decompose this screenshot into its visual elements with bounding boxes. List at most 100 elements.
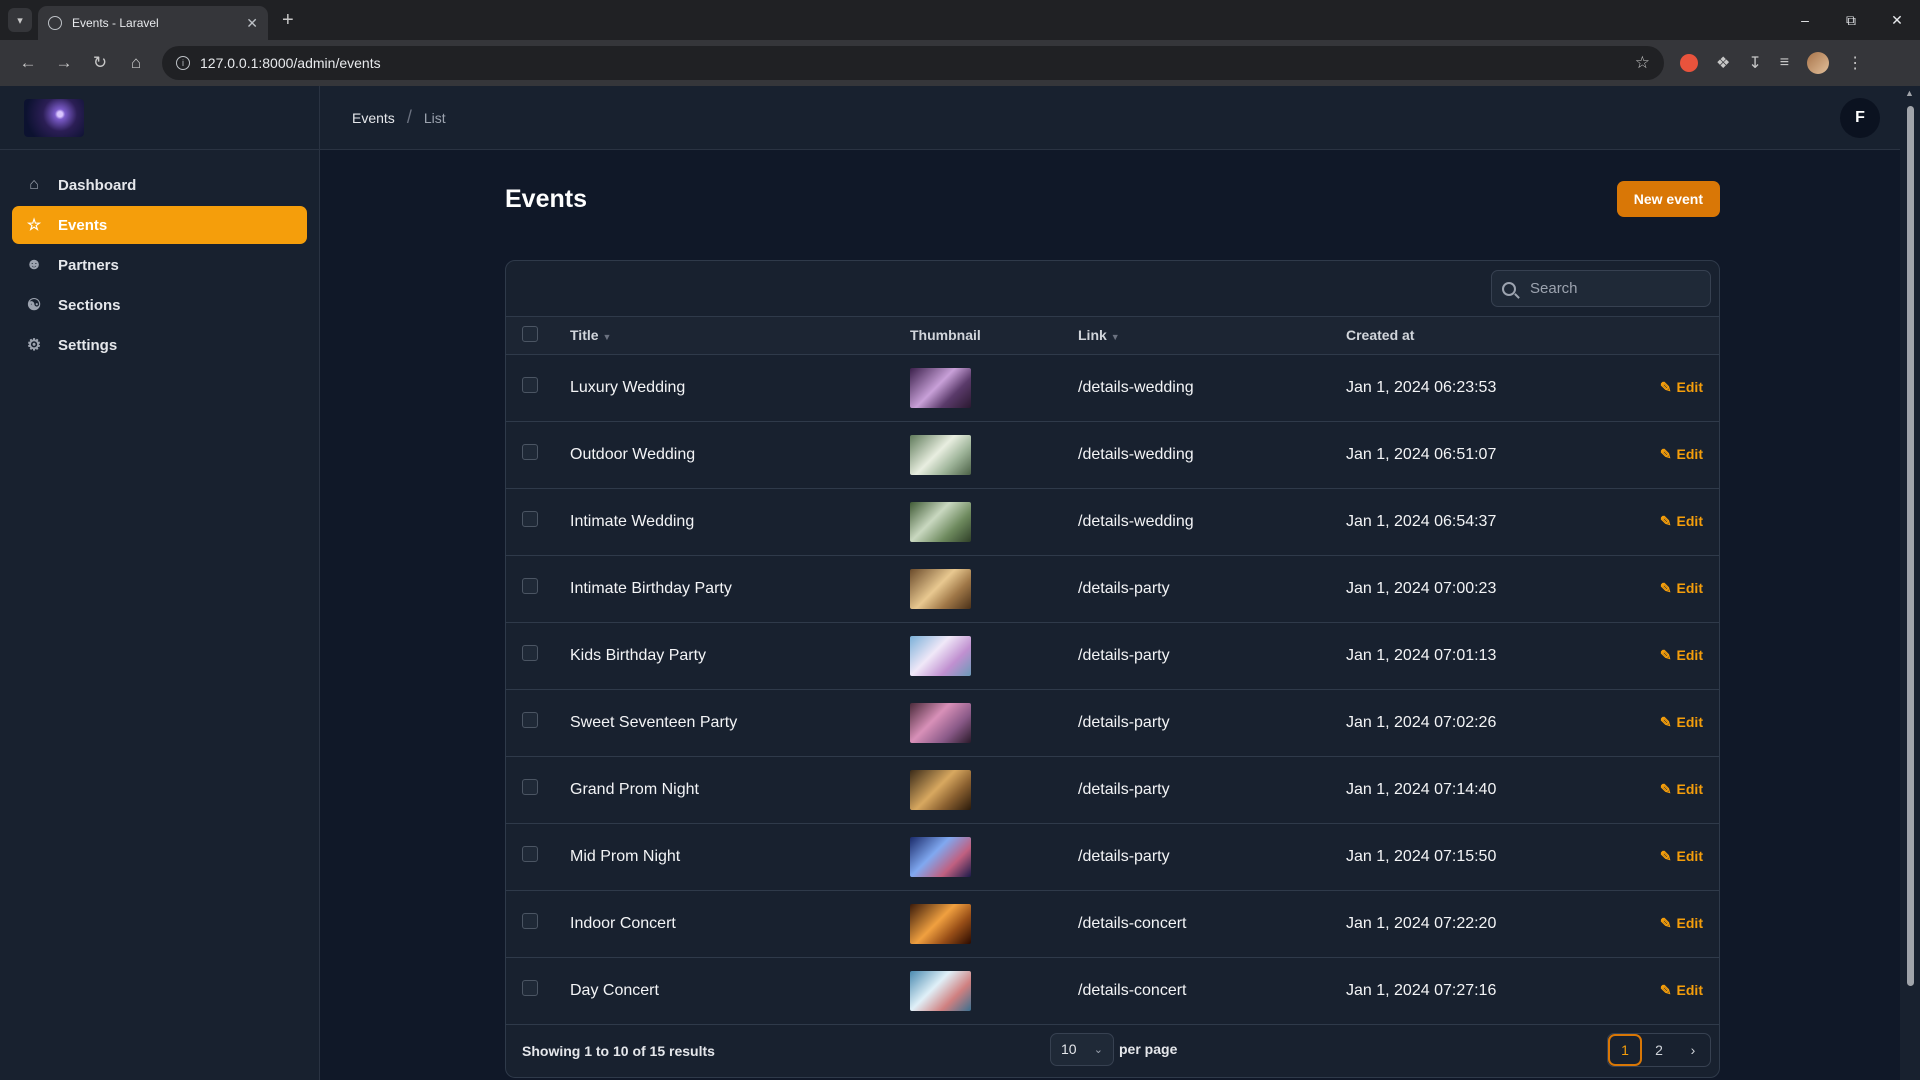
browser-tab[interactable]: Events - Laravel ✕ bbox=[38, 6, 268, 40]
column-header-label: Created at bbox=[1346, 327, 1415, 344]
sidebar-item-label: Settings bbox=[58, 336, 118, 354]
row-checkbox[interactable] bbox=[522, 444, 538, 460]
scroll-up-arrow[interactable]: ▲ bbox=[1905, 88, 1914, 98]
scrollbar-thumb[interactable] bbox=[1907, 106, 1914, 986]
new-event-button[interactable]: New event bbox=[1616, 181, 1720, 217]
breadcrumb-events[interactable]: Events bbox=[352, 110, 395, 126]
edit-link[interactable]: ✎ Edit bbox=[1660, 915, 1703, 931]
edit-link[interactable]: ✎ Edit bbox=[1660, 446, 1703, 462]
edit-link[interactable]: ✎ Edit bbox=[1660, 379, 1703, 395]
column-header-link[interactable]: Link ▼ bbox=[1078, 317, 1346, 355]
restore-button[interactable]: ⧉ bbox=[1828, 12, 1874, 29]
search-icon bbox=[1502, 281, 1516, 296]
event-link: /details-wedding bbox=[1078, 445, 1194, 463]
edit-link[interactable]: ✎ Edit bbox=[1660, 848, 1703, 864]
reload-button[interactable]: ↻ bbox=[82, 53, 118, 73]
column-header-label: Title bbox=[570, 327, 599, 344]
row-checkbox[interactable] bbox=[522, 913, 538, 929]
table-row[interactable]: Grand Prom Night/details-party Jan 1, 202… bbox=[506, 756, 1719, 823]
edit-link[interactable]: ✎ Edit bbox=[1660, 982, 1703, 998]
edit-link[interactable]: ✎ Edit bbox=[1660, 513, 1703, 529]
sidebar-item-settings[interactable]: ⚙ Settings bbox=[12, 326, 307, 364]
sidebar-item-sections[interactable]: ☯ Sections bbox=[12, 286, 307, 324]
tab-close-icon[interactable]: ✕ bbox=[246, 15, 258, 32]
forward-button[interactable]: → bbox=[46, 53, 82, 73]
event-link: /details-concert bbox=[1078, 914, 1187, 932]
edit-link[interactable]: ✎ Edit bbox=[1660, 647, 1703, 663]
sidebar-item-partners[interactable]: ☻ Partners bbox=[12, 246, 307, 284]
event-link: /details-party bbox=[1078, 646, 1170, 664]
table-row[interactable]: Luxury Wedding/details-wedding Jan 1, 202… bbox=[506, 354, 1719, 421]
column-header-actions bbox=[1646, 317, 1719, 355]
site-info-icon[interactable]: i bbox=[176, 56, 190, 70]
row-select-cell bbox=[506, 354, 570, 421]
page-button-2[interactable]: 2 bbox=[1642, 1034, 1676, 1066]
table-row[interactable]: Kids Birthday Party/details-party Jan 1, … bbox=[506, 622, 1719, 689]
column-header-title[interactable]: Title ▼ bbox=[570, 317, 910, 355]
per-page-select[interactable]: 10 ⌄ bbox=[1050, 1032, 1114, 1066]
edit-label: Edit bbox=[1676, 713, 1703, 730]
brand-logo[interactable] bbox=[24, 98, 84, 137]
edit-label: Edit bbox=[1676, 780, 1703, 797]
table-row[interactable]: Mid Prom Night/details-party Jan 1, 2024 … bbox=[506, 823, 1719, 890]
extension-icon[interactable] bbox=[1680, 54, 1698, 72]
bookmark-star-icon[interactable]: ☆ bbox=[1635, 53, 1650, 73]
media-control-icon[interactable]: ≡ bbox=[1780, 54, 1789, 72]
browser-menu-icon[interactable]: ⋮ bbox=[1847, 53, 1863, 73]
sidebar-item-label: Events bbox=[58, 216, 108, 234]
extensions-puzzle-icon[interactable]: ❖ bbox=[1716, 53, 1730, 73]
event-title: Luxury Wedding bbox=[570, 378, 686, 396]
tab-search-button[interactable]: ▾ bbox=[8, 8, 32, 32]
table-row[interactable]: Day Concert/details-concert Jan 1, 2024 0… bbox=[506, 957, 1719, 1024]
download-icon[interactable]: ↧ bbox=[1748, 53, 1761, 73]
row-checkbox[interactable] bbox=[522, 712, 538, 728]
event-thumbnail bbox=[910, 702, 971, 743]
row-select-cell bbox=[506, 689, 570, 756]
event-link: /details-concert bbox=[1078, 981, 1187, 999]
table-row[interactable]: Indoor Concert/details-concert Jan 1, 202… bbox=[506, 890, 1719, 957]
thumbnail-cell bbox=[910, 421, 1078, 488]
per-page-control: 10 ⌄ per page bbox=[1050, 1032, 1178, 1066]
search-field[interactable] bbox=[1491, 270, 1711, 307]
sidebar-item-label: Sections bbox=[58, 296, 121, 314]
address-bar[interactable]: i 127.0.0.1:8000/admin/events ☆ bbox=[162, 46, 1664, 80]
event-title: Intimate Wedding bbox=[570, 512, 695, 530]
edit-link[interactable]: ✎ Edit bbox=[1660, 714, 1703, 730]
page-button-1[interactable]: 1 bbox=[1608, 1033, 1642, 1066]
row-checkbox[interactable] bbox=[522, 578, 538, 594]
user-avatar[interactable]: F bbox=[1840, 98, 1880, 138]
sidebar-item-label: Partners bbox=[58, 256, 119, 274]
per-page-label: per page bbox=[1119, 1041, 1178, 1057]
pagination: 1 2 › bbox=[1607, 1032, 1711, 1067]
sidebar-item-dashboard[interactable]: ⌂ Dashboard bbox=[12, 166, 307, 204]
table-row[interactable]: Outdoor Wedding/details-wedding Jan 1, 20… bbox=[506, 421, 1719, 488]
pencil-icon: ✎ bbox=[1659, 780, 1672, 797]
edit-link[interactable]: ✎ Edit bbox=[1660, 781, 1703, 797]
row-checkbox[interactable] bbox=[522, 846, 538, 862]
edit-link[interactable]: ✎ Edit bbox=[1660, 580, 1703, 596]
column-header-label: Thumbnail bbox=[910, 327, 981, 344]
row-checkbox[interactable] bbox=[522, 980, 538, 996]
row-select-cell bbox=[506, 890, 570, 957]
table-row[interactable]: Intimate Birthday Party/details-party Jan… bbox=[506, 555, 1719, 622]
profile-avatar[interactable] bbox=[1807, 52, 1830, 74]
event-link: /details-wedding bbox=[1078, 378, 1194, 396]
back-button[interactable]: ← bbox=[10, 53, 46, 73]
home-button[interactable]: ⌂ bbox=[118, 53, 154, 73]
row-checkbox[interactable] bbox=[522, 779, 538, 795]
row-checkbox[interactable] bbox=[522, 511, 538, 527]
row-checkbox[interactable] bbox=[522, 645, 538, 661]
thumbnail-cell bbox=[910, 555, 1078, 622]
table-row[interactable]: Sweet Seventeen Party/details-party Jan 1… bbox=[506, 689, 1719, 756]
page-scrollbar[interactable]: ▲ bbox=[1900, 86, 1920, 1080]
next-page-icon[interactable]: › bbox=[1676, 1034, 1710, 1066]
sidebar-item-events[interactable]: ☆ Events bbox=[12, 206, 307, 244]
new-tab-button[interactable]: + bbox=[282, 9, 294, 32]
row-checkbox[interactable] bbox=[522, 377, 538, 393]
search-input[interactable] bbox=[1530, 280, 1690, 297]
table-row[interactable]: Intimate Wedding/details-wedding Jan 1, 2… bbox=[506, 488, 1719, 555]
close-window-button[interactable]: ✕ bbox=[1874, 12, 1920, 29]
select-all-checkbox[interactable] bbox=[522, 325, 538, 342]
topbar: Events / List F bbox=[320, 86, 1900, 150]
minimize-button[interactable]: – bbox=[1782, 12, 1828, 28]
